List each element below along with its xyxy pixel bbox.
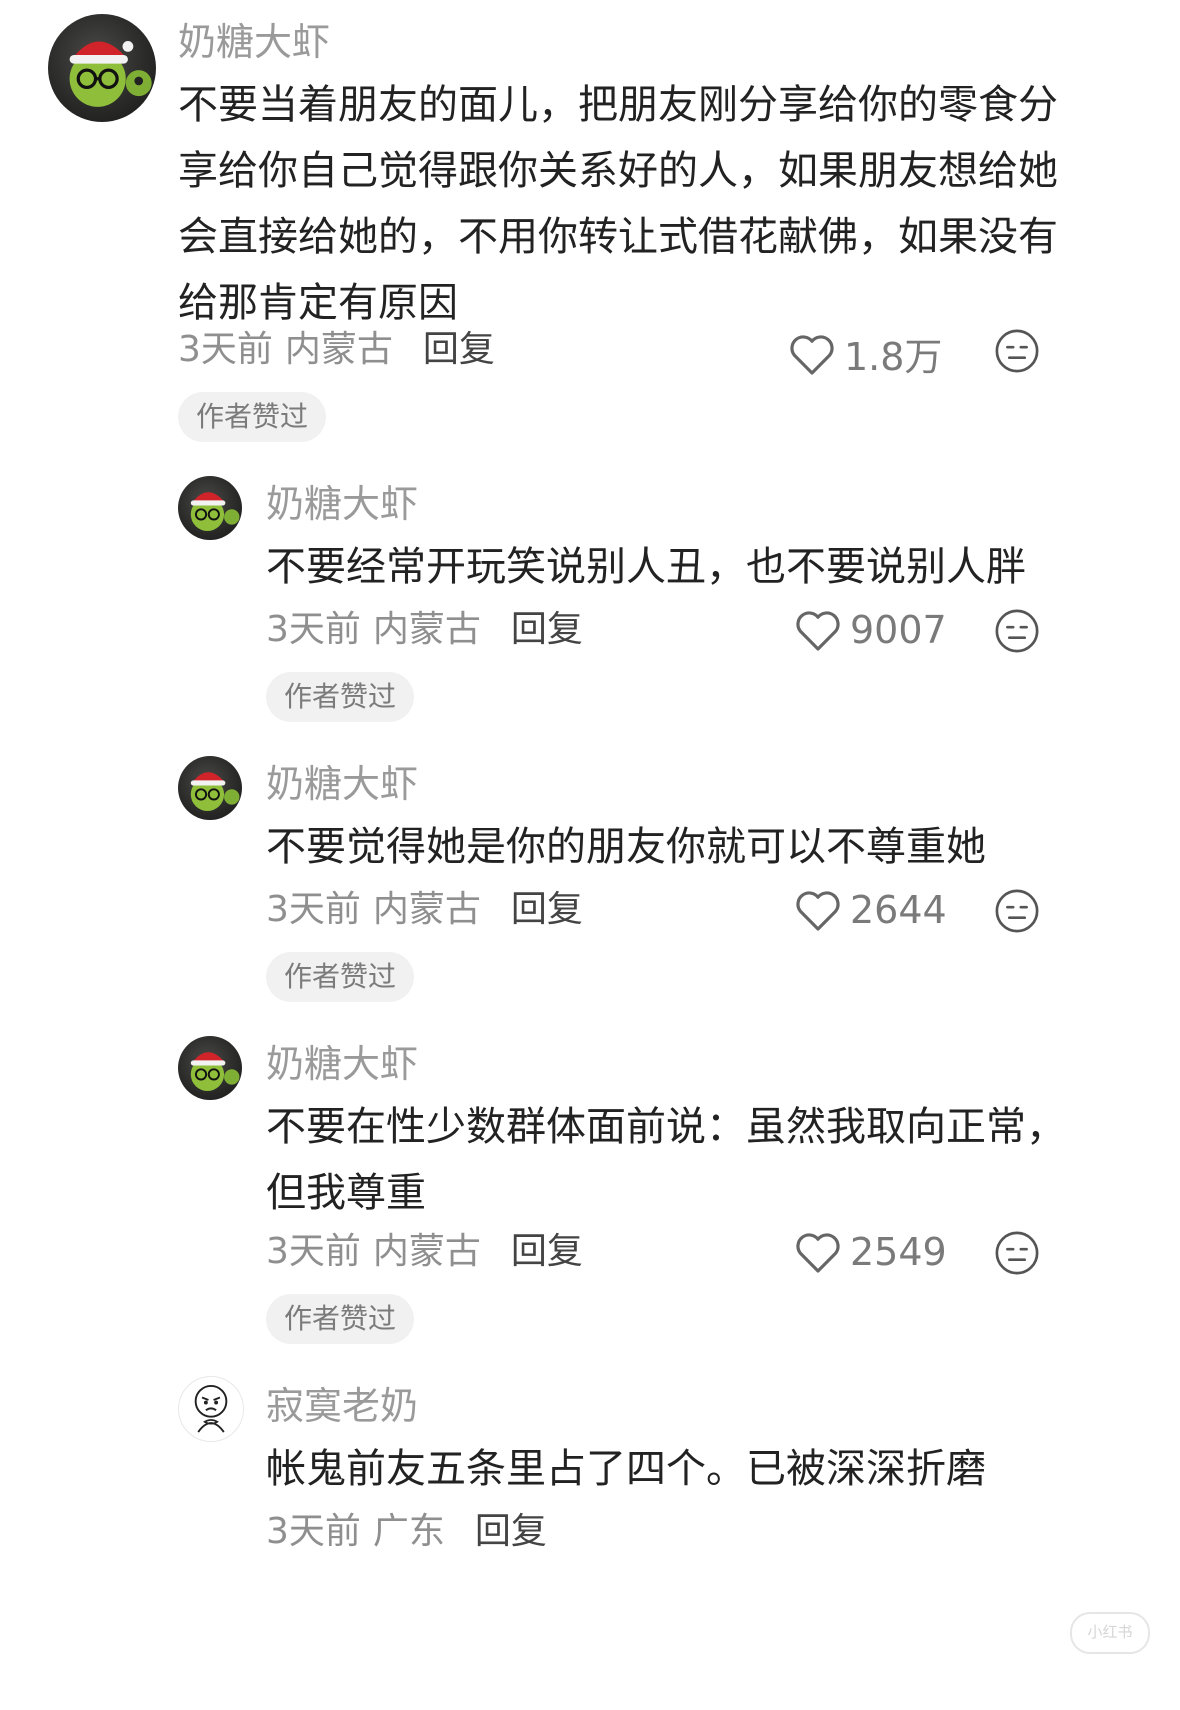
alien-santa-avatar-icon [190,772,240,812]
reply-button[interactable]: 回复 [511,609,583,650]
reply-button[interactable]: 回复 [423,329,495,370]
like-count: 2549 [850,1230,947,1274]
watermark-logo: 小红书 [1070,1612,1150,1654]
like-count: 1.8万 [844,335,943,379]
location: 内蒙古 [372,889,481,930]
avatar[interactable] [178,476,242,540]
author-liked-badge: 作者赞过 [266,952,415,1002]
comment-text: 帐鬼前友五条里占了四个。已被深深折磨 [266,1436,1146,1502]
comment-line: 但我尊重 [266,1170,426,1216]
neutral-face-icon[interactable] [994,1230,1040,1276]
alien-santa-avatar-icon [69,41,152,107]
neutral-face-icon[interactable] [994,608,1040,654]
username[interactable]: 奶糖大虾 [178,20,330,64]
comment-meta: 3天前 内蒙古 回复 [266,888,583,932]
username[interactable]: 奶糖大虾 [266,1042,418,1086]
comment-meta: 3天前 内蒙古 回复 [266,608,583,652]
username[interactable]: 奶糖大虾 [266,762,418,806]
avatar[interactable] [178,1376,244,1442]
comment-text: 不要经常开玩笑说别人丑，也不要说别人胖 [266,534,1146,600]
comment-text: 不要觉得她是你的朋友你就可以不尊重她 [266,814,1146,880]
username[interactable]: 寂寞老奶 [266,1384,418,1428]
location: 广东 [372,1511,445,1552]
comment-line: 不要经常开玩笑说别人丑，也不要说别人胖 [266,544,1026,590]
timestamp: 3天前 [266,1231,361,1272]
timestamp: 3天前 [178,329,273,370]
comment-line: 会直接给她的，不用你转让式借花献佛，如果没有 [178,214,1058,260]
meme-face-avatar-icon [194,1385,228,1433]
comment-line: 帐鬼前友五条里占了四个。已被深深折磨 [266,1446,986,1492]
comment-line: 不要当着朋友的面儿，把朋友刚分享给你的零食分 [178,82,1058,128]
reply-button[interactable]: 回复 [511,889,583,930]
timestamp: 3天前 [266,1511,361,1552]
timestamp: 3天前 [266,609,361,650]
comment-line: 不要在性少数群体面前说：虽然我取向正常， [266,1104,1066,1150]
avatar[interactable] [178,1036,242,1100]
like-button[interactable]: 1.8万 [788,326,942,381]
comment-text: 不要当着朋友的面儿，把朋友刚分享给你的零食分 享给你自己觉得跟你关系好的人，如果… [178,72,1138,336]
comment-meta: 3天前 内蒙古 回复 [266,1230,583,1274]
comment-line: 给那肯定有原因 [178,280,458,326]
author-liked-badge: 作者赞过 [266,672,415,722]
comment-text: 不要在性少数群体面前说：虽然我取向正常， 但我尊重 [266,1094,1146,1226]
author-liked-badge: 作者赞过 [178,392,327,442]
neutral-face-icon[interactable] [994,888,1040,934]
like-button[interactable]: 9007 [794,608,947,652]
location: 内蒙古 [284,329,393,370]
timestamp: 3天前 [266,889,361,930]
heart-outline-icon [796,891,840,931]
like-count: 9007 [850,608,947,652]
heart-outline-icon [796,1233,840,1273]
heart-outline-icon [790,334,834,375]
neutral-face-icon[interactable] [994,328,1040,374]
comment-meta: 3天前 广东 回复 [266,1510,547,1554]
comment-line: 享给你自己觉得跟你关系好的人，如果朋友想给她 [178,148,1058,194]
like-button[interactable]: 2644 [794,888,947,932]
username[interactable]: 奶糖大虾 [266,482,418,526]
reply-button[interactable]: 回复 [475,1511,547,1552]
heart-outline-icon [796,611,840,651]
alien-santa-avatar-icon [190,492,240,532]
avatar[interactable] [48,14,156,122]
avatar[interactable] [178,756,242,820]
author-liked-badge: 作者赞过 [266,1294,415,1344]
comment-meta: 3天前 内蒙古 回复 [178,328,495,372]
like-count: 2644 [850,888,947,932]
reply-button[interactable]: 回复 [511,1231,583,1272]
comment-line: 不要觉得她是你的朋友你就可以不尊重她 [266,824,986,870]
like-button[interactable]: 2549 [794,1230,947,1274]
alien-santa-avatar-icon [190,1052,240,1092]
location: 内蒙古 [372,609,481,650]
location: 内蒙古 [372,1231,481,1272]
